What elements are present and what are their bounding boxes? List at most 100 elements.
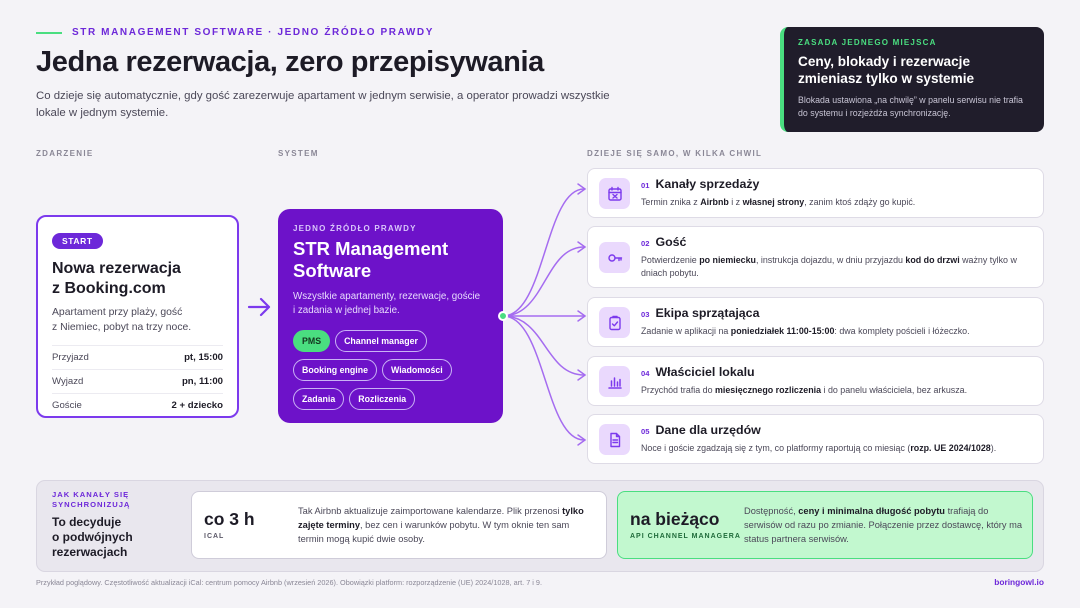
text-run: ). (990, 443, 997, 453)
emphasis: po niemiecku (699, 255, 756, 265)
kicker-text: STR MANAGEMENT SOFTWARE · JEDNO ŹRÓDŁO P… (72, 27, 434, 38)
module-chips: PMS Channel manager Booking engine Wiado… (293, 330, 493, 410)
sync-kicker: JAK KANAŁY SIĘ SYNCHRONIZUJĄ (52, 490, 182, 510)
flow-connectors (502, 183, 587, 446)
sync-label: JAK KANAŁY SIĘ SYNCHRONIZUJĄ To decyduje… (52, 490, 182, 560)
outcome-number: 03 (641, 310, 650, 319)
text-run: Noce i goście zgadzają się z tym, co pla… (641, 443, 911, 453)
text-run: Dostępność, (744, 506, 799, 516)
emphasis: rozp. UE 2024/1028 (910, 443, 991, 453)
system-title: STR Management Software (293, 238, 488, 282)
bar-chart-icon (599, 366, 630, 397)
outcome-name: Ekipa sprzątająca (655, 306, 760, 320)
calendar-x-icon (599, 178, 630, 209)
page-title: Jedna rezerwacja, zero przepisywania (36, 46, 544, 78)
text-run: Zadanie w aplikacji na (641, 326, 731, 336)
hub-node (498, 311, 508, 321)
page-lead: Co dzieje się automatycznie, gdy gość za… (36, 90, 610, 119)
sync-kicker-line-2: SYNCHRONIZUJĄ (52, 500, 131, 509)
outcome-desc: Termin znika z Airbnb i z własnej strony… (641, 196, 1033, 209)
outcome-desc: Potwierdzenie po niemiecku, instrukcja d… (641, 254, 1033, 280)
emphasis: Airbnb (700, 197, 729, 207)
event-desc-line-2: z Niemiec, pobyt na trzy noce. (52, 322, 192, 333)
chip-pms: PMS (293, 330, 331, 352)
chip-messages: Wiadomości (381, 359, 452, 381)
sync-title-line-3: rezerwacjach (52, 545, 128, 559)
emphasis: miesięcznego rozliczenia (715, 385, 822, 395)
detail-value: 2 + dziecko (171, 400, 223, 411)
key-icon (599, 242, 630, 273)
sync-title-line-2: o podwójnych (52, 530, 133, 544)
event-title: Nowa rezerwacja z Booking.com (52, 259, 223, 299)
outcome-name: Gość (655, 235, 687, 249)
text-run: Przychód trafia do (641, 385, 715, 395)
rule-box: ZASADA JEDNEGO MIEJSCA Ceny, blokady i r… (780, 27, 1044, 132)
outcome-desc: Noce i goście zgadzają się z tym, co pla… (641, 442, 1033, 455)
outcome-card-cleaning-crew: 03 Ekipa sprzątająca Zadanie w aplikacji … (587, 297, 1044, 347)
text-run: i z (728, 197, 743, 207)
api-card: na bieżąco API CHANNEL MANAGERA Dostępno… (617, 491, 1033, 559)
chip-settlements: Rozliczenia (349, 388, 416, 410)
detail-row-guests: Goście 2 + dziecko (52, 393, 223, 417)
outcome-number: 02 (641, 239, 650, 248)
ical-label: ICAL (204, 533, 225, 540)
api-label: API CHANNEL MANAGERA (630, 533, 741, 540)
emphasis: własnej strony (742, 197, 805, 207)
ical-frequency: co 3 h (204, 509, 255, 529)
outcome-card-owner: 04 Właściciel lokalu Przychód trafia do m… (587, 356, 1044, 406)
emphasis: ceny i minimalna długość pobytu (798, 506, 945, 516)
outcome-number: 05 (641, 427, 650, 436)
api-desc: Dostępność, ceny i minimalna długość pob… (744, 504, 1022, 546)
system-desc-line-2: i zadania w jednej bazie. (293, 305, 400, 316)
text-run: Tak Airbnb aktualizuje zaimportowane kal… (298, 506, 563, 516)
rule-desc: Blokada ustawiona „na chwilę” w panelu s… (798, 95, 1023, 118)
text-run: , zanim ktoś zdąży go kupić. (804, 197, 916, 207)
rule-title: Ceny, blokady i rezerwacje zmieniasz tyl… (798, 54, 975, 86)
chip-channel-manager: Channel manager (335, 330, 427, 352)
sync-kicker-line-1: JAK KANAŁY SIĘ (52, 490, 130, 499)
outcome-name: Właściciel lokalu (655, 365, 755, 379)
ical-desc: Tak Airbnb aktualizuje zaimportowane kal… (298, 504, 594, 546)
start-badge: START (52, 233, 103, 249)
sync-title-line-1: To decyduje (52, 515, 122, 529)
column-heading-system: SYSTEM (278, 149, 319, 158)
chip-booking-engine: Booking engine (293, 359, 377, 381)
event-desc: Apartament przy plaży, gość z Niemiec, p… (52, 305, 223, 335)
rule-kicker: ZASADA JEDNEGO MIEJSCA (798, 38, 937, 47)
outcome-number: 04 (641, 369, 650, 378)
event-title-line-2: z Booking.com (52, 280, 166, 297)
text-run: Potwierdzenie (641, 255, 700, 265)
event-title-line-1: Nowa rezerwacja (52, 260, 181, 277)
column-heading-event: ZDARZENIE (36, 149, 94, 158)
api-frequency: na bieżąco (630, 509, 720, 529)
outcome-card-authorities: 05 Dane dla urzędów Noce i goście zgadzaj… (587, 414, 1044, 464)
footer-note: Przykład poglądowy. Częstotliwość aktual… (36, 578, 543, 587)
detail-label: Goście (52, 400, 82, 411)
event-card: START Nowa rezerwacja z Booking.com Apar… (36, 215, 239, 418)
event-details: Przyjazd pt, 15:00 Wyjazd pn, 11:00 Gośc… (52, 345, 223, 417)
chip-tasks: Zadania (293, 388, 345, 410)
system-title-line-1: STR Management (293, 238, 449, 259)
document-icon (599, 424, 630, 455)
ical-card: co 3 h ICAL Tak Airbnb aktualizuje zaimp… (191, 491, 607, 559)
text-run: Termin znika z (641, 197, 701, 207)
detail-value: pt, 15:00 (184, 352, 223, 363)
outcome-name: Dane dla urzędów (655, 423, 761, 437)
emphasis: poniedziałek 11:00-15:00 (730, 326, 835, 336)
system-title-line-2: Software (293, 260, 372, 281)
event-desc-line-1: Apartament przy plaży, gość (52, 307, 183, 318)
outcome-desc: Zadanie w aplikacji na poniedziałek 11:0… (641, 325, 1033, 338)
brand-link[interactable]: boringowl.io (994, 577, 1044, 587)
column-heading-outcomes: DZIEJE SIĘ SAMO, W KILKA CHWIL (587, 149, 763, 158)
outcome-name: Kanały sprzedaży (655, 177, 760, 191)
header-kicker: STR MANAGEMENT SOFTWARE · JEDNO ŹRÓDŁO P… (36, 27, 434, 38)
outcome-card-guest: 02 Gość Potwierdzenie po niemiecku, instr… (587, 226, 1044, 288)
system-desc-line-1: Wszystkie apartamenty, rezerwacje, gości… (293, 291, 481, 302)
detail-row-departure: Wyjazd pn, 11:00 (52, 369, 223, 393)
detail-label: Przyjazd (52, 352, 89, 363)
system-kicker: JEDNO ŹRÓDŁO PRAWDY (293, 224, 417, 233)
text-run: : dwa komplety pościeli i łóżeczko. (834, 326, 970, 336)
outcome-number: 01 (641, 181, 650, 190)
system-desc: Wszystkie apartamenty, rezerwacje, gości… (293, 290, 488, 318)
outcome-card-sales-channels: 01 Kanały sprzedaży Termin znika z Airbnb… (587, 168, 1044, 218)
